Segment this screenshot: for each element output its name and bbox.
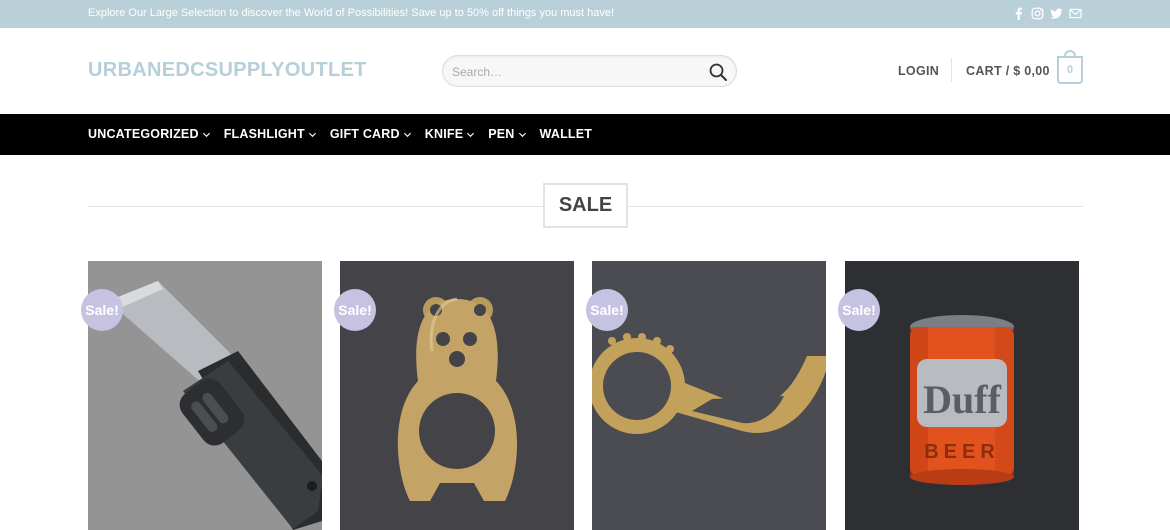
search-box	[442, 55, 737, 87]
product-image-folding-knife[interactable]	[88, 261, 322, 530]
nav-item-label: UNCATEGORIZED	[88, 127, 199, 141]
cart-icon[interactable]: 0	[1057, 50, 1083, 84]
cart-count: 0	[1066, 64, 1074, 76]
header-divider	[951, 58, 952, 82]
nav-item-flashlight[interactable]: FLASHLIGHT	[224, 127, 317, 141]
nav-item-pen[interactable]: PEN	[488, 127, 526, 141]
nav-item-knife[interactable]: KNIFE	[425, 127, 476, 141]
chevron-down-icon	[403, 132, 411, 137]
chevron-down-icon	[467, 132, 475, 137]
product-card-ring-tool[interactable]	[592, 261, 826, 530]
main-nav: UNCATEGORIZED FLASHLIGHT GIFT CARD KNIFE…	[0, 114, 1170, 155]
nav-item-gift-card[interactable]: GIFT CARD	[330, 127, 412, 141]
product-image-brass-ring-tool[interactable]	[592, 261, 826, 530]
nav-item-wallet[interactable]: WALLET	[540, 127, 593, 141]
chevron-down-icon	[202, 132, 210, 137]
site-header: URBANEDCSUPPLYOUTLET LOGIN CART / $ 0,00…	[0, 28, 1170, 114]
section-title: SALE	[543, 183, 628, 228]
svg-text:Duff: Duff	[923, 377, 1001, 422]
svg-text:BEER: BEER	[924, 441, 1000, 463]
facebook-icon[interactable]	[1012, 5, 1025, 21]
sale-badge: Sale!	[586, 289, 628, 331]
product-card-knife[interactable]	[88, 261, 322, 530]
instagram-icon[interactable]	[1031, 5, 1044, 21]
search-input[interactable]	[452, 62, 702, 82]
nav-item-label: KNIFE	[424, 127, 464, 141]
product-card-duff-can[interactable]: Duff BEER	[845, 261, 1079, 530]
nav-item-label: GIFT CARD	[329, 127, 400, 141]
product-image-brass-bear-opener[interactable]	[340, 261, 574, 530]
product-image-duff-beer-can[interactable]: Duff BEER	[845, 261, 1079, 530]
search-icon[interactable]	[708, 62, 728, 82]
login-link[interactable]: LOGIN	[898, 64, 939, 78]
cart-link[interactable]: CART / $ 0,00	[966, 64, 1050, 78]
sale-badge: Sale!	[334, 289, 376, 331]
top-bar: Explore Our Large Selection to discover …	[0, 0, 1170, 28]
twitter-icon[interactable]	[1050, 5, 1063, 21]
promo-message: Explore Our Large Selection to discover …	[88, 7, 615, 19]
product-card-bear-opener[interactable]	[340, 261, 574, 530]
social-links	[1012, 5, 1082, 21]
chevron-down-icon	[518, 132, 526, 137]
chevron-down-icon	[308, 132, 316, 137]
nav-item-label: FLASHLIGHT	[223, 127, 305, 141]
site-logo[interactable]: URBANEDCSUPPLYOUTLET	[88, 59, 367, 82]
cart-handle	[1064, 50, 1076, 58]
nav-item-uncategorized[interactable]: UNCATEGORIZED	[88, 127, 211, 141]
sale-badge: Sale!	[81, 289, 123, 331]
email-icon[interactable]	[1069, 5, 1082, 21]
sale-badge: Sale!	[838, 289, 880, 331]
nav-item-label: PEN	[488, 127, 515, 141]
nav-item-label: WALLET	[539, 127, 593, 141]
